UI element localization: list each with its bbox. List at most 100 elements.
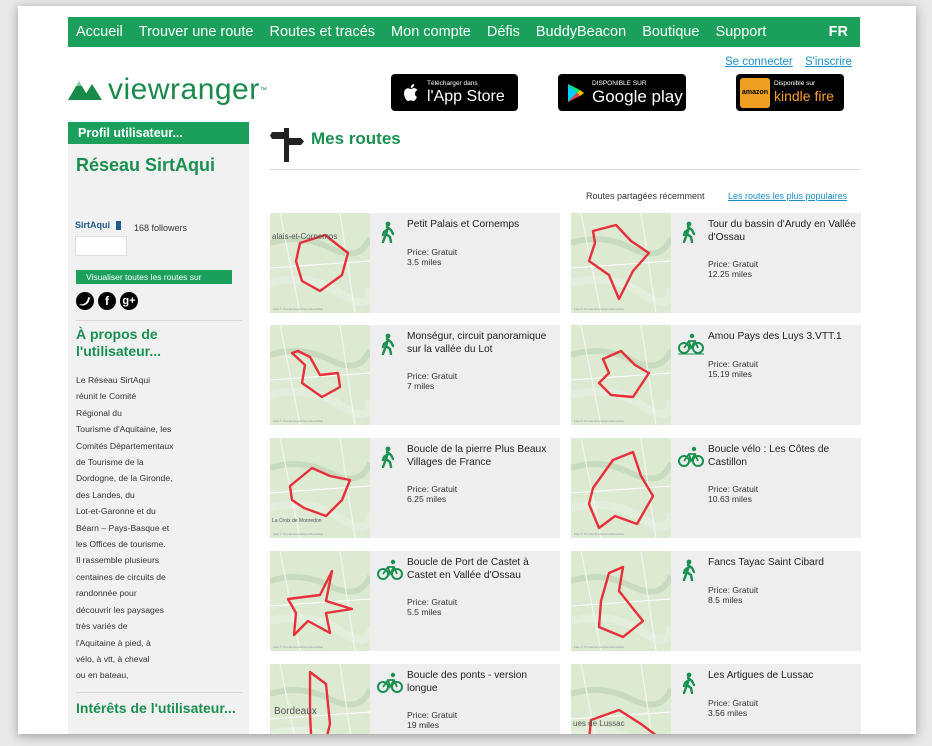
route-card[interactable]: Map © Thunderforest/OpenStreetMap Boucle… (270, 551, 560, 651)
bicycle-icon (377, 672, 403, 694)
viewranger-logo[interactable]: viewranger ™ (68, 72, 267, 108)
kindle-small-text: Disponible sur (774, 80, 816, 87)
map-place-label: La Croix de Monredon (272, 518, 322, 524)
sidebar-divider (76, 320, 242, 321)
route-map-thumbnail[interactable]: Map © Thunderforest/OpenStreetMap ues de… (571, 664, 671, 734)
google-play-icon (568, 83, 584, 102)
sirtaqui-logo-text: SirtAqui (75, 220, 110, 230)
nav-item-mon-compte[interactable]: Mon compte (391, 24, 471, 40)
route-name[interactable]: Amou Pays des Luys 3.VTT.1 (708, 330, 858, 343)
facebook-icon[interactable]: f (98, 292, 116, 310)
route-card[interactable]: Map © Thunderforest/OpenStreetMap Tour d… (571, 213, 861, 313)
route-distance: 3.56 miles (708, 708, 748, 718)
route-price: Price: Gratuit (407, 371, 458, 381)
route-card[interactable]: Map © Thunderforest/OpenStreetMap alais-… (270, 213, 560, 313)
walking-icon (678, 221, 700, 244)
route-distance: 5.5 miles (407, 607, 442, 617)
mountain-bike-icon (678, 333, 704, 355)
avatar-placeholder (75, 236, 127, 256)
route-distance: 7 miles (407, 381, 435, 391)
amazon-badge-text: amazon (741, 89, 769, 96)
route-card[interactable]: Map © Thunderforest/OpenStreetMap Boucle… (571, 438, 861, 538)
nav-item-buddybeacon[interactable]: BuddyBeacon (536, 24, 626, 40)
followers-count: 168 followers (134, 223, 188, 233)
route-map-thumbnail[interactable]: Map © Thunderforest/OpenStreetMap (571, 213, 671, 313)
about-user-title: À propos de l'utilisateur... (76, 326, 162, 359)
google-play-big-text: Google play (592, 87, 683, 106)
browser-page: Accueil Trouver une route Routes et trac… (18, 6, 916, 734)
language-selector[interactable]: FR (829, 24, 848, 40)
route-map-thumbnail[interactable]: Map © Thunderforest/OpenStreetMap (571, 438, 671, 538)
signup-link[interactable]: S'inscrire (805, 56, 852, 68)
popular-routes-link[interactable]: Les routes les plus populaires (728, 191, 847, 201)
route-map-thumbnail[interactable]: Map © Thunderforest/OpenStreetMap (571, 551, 671, 651)
map-place-label: Bordeaux (274, 706, 317, 717)
app-store-small-text: Télécharger dans (427, 80, 478, 87)
route-name[interactable]: Monségur, circuit panoramique sur la val… (407, 330, 557, 356)
svg-text:Map © Thunderforest/OpenStreet: Map © Thunderforest/OpenStreetMap (273, 645, 324, 649)
title-divider (270, 169, 860, 170)
user-interests-title[interactable]: Intérêts de l'utilisateur... (76, 700, 236, 716)
route-map-thumbnail[interactable]: Map © Thunderforest/OpenStreetMap (270, 551, 370, 651)
twitter-icon[interactable] (76, 292, 94, 310)
route-map-thumbnail[interactable]: Map © Thunderforest/OpenStreetMap Bordea… (270, 664, 370, 734)
recently-shared-label[interactable]: Routes partagées récemment (586, 191, 705, 201)
bicycle-icon (678, 446, 704, 468)
svg-text:Map © Thunderforest/OpenStreet: Map © Thunderforest/OpenStreetMap (273, 532, 324, 536)
route-name[interactable]: Tour du bassin d'Arudy en Vallée d'Ossau (708, 218, 858, 244)
google-play-badge[interactable]: DISPONIBLE SUR Google play (558, 74, 686, 111)
route-name[interactable]: Petit Palais et Cornemps (407, 218, 557, 231)
walking-icon (678, 559, 700, 582)
kindle-fire-badge[interactable]: amazon Disponible sur kindle fire (736, 74, 844, 111)
route-name[interactable]: Boucle de la pierre Plus Beaux Villages … (407, 443, 557, 469)
svg-text:Map © Thunderforest/OpenStreet: Map © Thunderforest/OpenStreetMap (273, 307, 324, 311)
bird-glyph (79, 296, 91, 306)
svg-text:Map © Thunderforest/OpenStreet: Map © Thunderforest/OpenStreetMap (273, 419, 324, 423)
route-card[interactable]: Map © Thunderforest/OpenStreetMap La Cro… (270, 438, 560, 538)
app-store-big-text: l'App Store (427, 88, 505, 105)
route-name[interactable]: Boucle de Port de Castet à Castet en Val… (407, 556, 557, 582)
kindle-big-text: kindle fire (774, 88, 834, 104)
route-name[interactable]: Fancs Tayac Saint Cibard (708, 556, 858, 569)
route-card[interactable]: Map © Thunderforest/OpenStreetMap Bordea… (270, 664, 560, 734)
route-map-thumbnail[interactable]: Map © Thunderforest/OpenStreetMap alais-… (270, 213, 370, 313)
trademark-symbol: ™ (259, 86, 267, 94)
route-distance: 12.25 miles (708, 269, 752, 279)
route-price: Price: Gratuit (708, 585, 759, 595)
nav-item-support[interactable]: Support (715, 24, 766, 40)
google-plus-icon[interactable]: g+ (120, 292, 138, 310)
route-card[interactable]: Map © Thunderforest/OpenStreetMap Monség… (270, 325, 560, 425)
route-distance: 8.5 miles (708, 595, 743, 605)
route-name[interactable]: Boucle des ponts - version longue (407, 669, 557, 695)
route-price: Price: Gratuit (708, 359, 759, 369)
route-map-thumbnail[interactable]: Map © Thunderforest/OpenStreetMap (571, 325, 671, 425)
nav-item-boutique[interactable]: Boutique (642, 24, 699, 40)
top-nav-bar: Accueil Trouver une route Routes et trac… (68, 17, 860, 47)
signpost-icon (270, 128, 304, 162)
route-name[interactable]: Boucle vélo : Les Côtes de Castillon (708, 443, 858, 469)
profile-header: Profil utilisateur... (68, 122, 249, 144)
nav-item-routes-et-traces[interactable]: Routes et tracés (269, 24, 375, 40)
map-place-label: ues de Lussac (573, 719, 625, 728)
login-link[interactable]: Se connecter (725, 56, 793, 68)
nav-item-accueil[interactable]: Accueil (76, 24, 123, 40)
route-distance: 6.25 miles (407, 494, 447, 504)
about-user-text: Le Réseau SirtAqui réunit le Comité Régi… (76, 375, 174, 681)
app-store-badge[interactable]: Télécharger dans l'App Store (391, 74, 518, 111)
walking-icon (678, 672, 700, 695)
svg-text:Map © Thunderforest/OpenStreet: Map © Thunderforest/OpenStreetMap (574, 419, 625, 423)
view-all-routes-button[interactable]: Visualiser toutes les routes sur (76, 270, 232, 284)
route-distance: 15.19 miles (708, 369, 752, 379)
route-name[interactable]: Les Artigues de Lussac (708, 669, 858, 682)
mountain-logo-icon (68, 81, 102, 100)
route-map-thumbnail[interactable]: Map © Thunderforest/OpenStreetMap (270, 325, 370, 425)
nav-item-trouver-une-route[interactable]: Trouver une route (139, 24, 254, 40)
route-card[interactable]: Map © Thunderforest/OpenStreetMap Amou P… (571, 325, 861, 425)
route-card[interactable]: Map © Thunderforest/OpenStreetMap ues de… (571, 664, 861, 734)
route-card[interactable]: Map © Thunderforest/OpenStreetMap Fancs … (571, 551, 861, 651)
route-map-thumbnail[interactable]: Map © Thunderforest/OpenStreetMap La Cro… (270, 438, 370, 538)
logo-wordmark: viewranger (108, 73, 260, 106)
route-price: Price: Gratuit (708, 484, 759, 494)
apple-icon (404, 83, 418, 101)
nav-item-defis[interactable]: Défis (487, 24, 520, 40)
